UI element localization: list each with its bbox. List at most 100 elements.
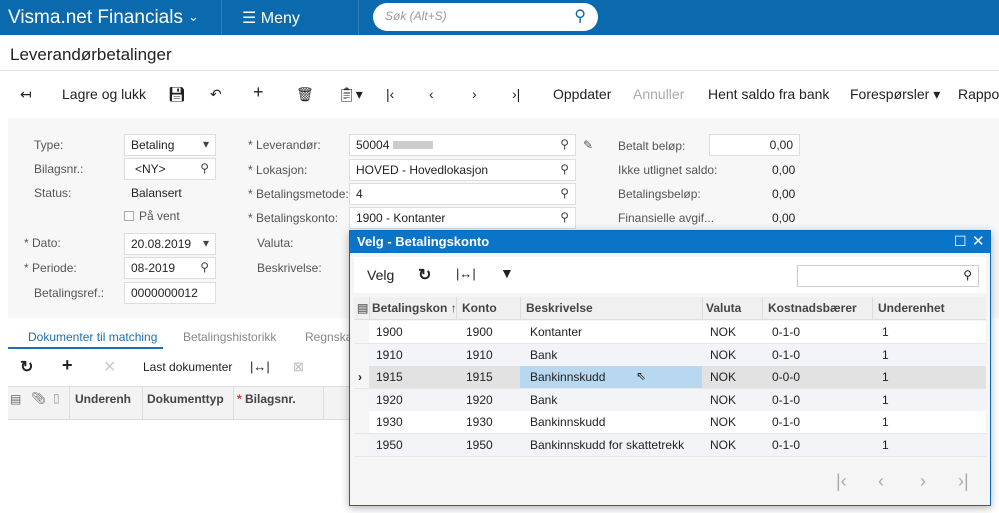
excel-export-icon[interactable]: ⊠ xyxy=(293,359,304,375)
cell: Bank xyxy=(530,347,558,362)
search-icon[interactable]: ⚲ xyxy=(560,162,569,176)
table-row[interactable]: 1920 1920 Bank NOK 0-1-0 1 xyxy=(354,388,986,412)
col-label: Valuta xyxy=(706,301,742,315)
load-documents-button[interactable]: Last dokumenter xyxy=(143,360,232,374)
reports-menu[interactable]: Rappo xyxy=(958,86,999,102)
row-selector[interactable] xyxy=(354,343,369,366)
row-settings-icon[interactable]: ▤ xyxy=(357,301,368,315)
tab-accounting[interactable]: Regnska xyxy=(305,330,352,344)
col-header[interactable]: Valuta xyxy=(706,301,741,315)
chevron-down-icon[interactable]: ⌄ xyxy=(188,9,199,25)
search-input[interactable]: Søk (Alt+S) ⚲ xyxy=(373,3,598,31)
dialog-search-input[interactable]: ⚲ xyxy=(797,265,979,287)
delete-icon[interactable]: 🗑︎ xyxy=(296,86,314,103)
payment-value: 0,00 xyxy=(772,187,796,201)
next-page-icon[interactable]: › xyxy=(920,471,926,492)
add-icon[interactable]: + xyxy=(62,355,73,376)
col-header[interactable]: * Bilagsnr. xyxy=(237,392,296,406)
last-icon[interactable]: ›| xyxy=(512,86,520,102)
col-header[interactable]: Beskrivelse xyxy=(526,301,593,315)
search-icon[interactable]: ⚲ xyxy=(560,210,569,224)
prev-icon[interactable]: ‹ xyxy=(429,86,434,102)
refresh-button[interactable]: Oppdater xyxy=(553,86,611,102)
first-icon[interactable]: |‹ xyxy=(386,86,394,102)
table-row[interactable]: 1950 1950 Bankinnskudd for skattetrekk NOK 0… xyxy=(354,434,986,457)
select-button[interactable]: Velg xyxy=(367,267,394,283)
ref-field[interactable]: 0000000012 xyxy=(124,282,216,304)
account-field[interactable]: 1900 - Kontanter ⚲ xyxy=(349,207,576,229)
cell: 1910 xyxy=(376,347,403,362)
cell: 1 xyxy=(882,415,889,430)
next-icon[interactable]: › xyxy=(472,86,477,102)
back-icon[interactable]: ↤ xyxy=(20,86,32,103)
last-page-icon[interactable]: ›| xyxy=(958,471,969,492)
search-icon[interactable]: ⚲ xyxy=(560,137,569,151)
search-icon[interactable]: ⚲ xyxy=(200,161,209,175)
dropdown-icon[interactable]: ▾ xyxy=(203,236,209,250)
tab-history[interactable]: Betalingshistorikk xyxy=(183,330,276,344)
fit-columns-icon[interactable]: |↔| xyxy=(250,359,270,374)
search-icon[interactable]: ⚲ xyxy=(200,260,209,274)
row-selector[interactable] xyxy=(354,388,369,411)
add-icon[interactable]: + xyxy=(253,82,264,103)
undo-icon[interactable]: ↶ xyxy=(210,86,222,103)
refresh-icon[interactable]: ↻ xyxy=(418,265,431,285)
cell: NOK xyxy=(710,392,737,407)
search-icon[interactable]: ⚲ xyxy=(574,6,586,26)
row-selector[interactable] xyxy=(354,321,369,343)
save-icon[interactable]: 💾︎ xyxy=(168,86,186,103)
row-selector[interactable] xyxy=(354,434,369,456)
delete-icon[interactable]: ✕ xyxy=(103,357,116,377)
status-label: Status: xyxy=(34,186,72,200)
fit-columns-icon[interactable]: |↔| xyxy=(456,266,476,281)
col-header[interactable]: Konto xyxy=(462,301,497,315)
cell: 1915 xyxy=(466,370,493,385)
period-field[interactable]: 08-2019 ⚲ xyxy=(124,257,216,279)
desc-label: Beskrivelse: xyxy=(257,261,322,275)
app-title[interactable]: Visma.net Financials xyxy=(8,7,183,29)
row-selector[interactable] xyxy=(354,411,369,434)
prev-page-icon[interactable]: ‹ xyxy=(878,471,884,492)
col-header[interactable]: Betalingskon ↑ xyxy=(372,301,457,315)
method-label: Betalingsmetode: xyxy=(248,187,349,201)
location-field[interactable]: HOVED - Hovedlokasjon ⚲ xyxy=(349,159,576,181)
date-field[interactable]: 20.08.2019 ▾ xyxy=(124,233,216,255)
save-close-button[interactable]: Lagre og lukk xyxy=(62,86,146,102)
close-icon[interactable]: ✕ xyxy=(972,232,985,250)
col-header[interactable]: Underenhet xyxy=(878,301,945,315)
unapplied-value: 0,00 xyxy=(772,163,796,177)
hold-checkbox[interactable] xyxy=(124,211,134,221)
filter-icon[interactable]: ▼ xyxy=(500,265,514,281)
table-row[interactable]: 1910 1910 Bank NOK 0-1-0 1 xyxy=(354,343,986,367)
refresh-icon[interactable]: ↻ xyxy=(20,357,33,377)
vendor-field[interactable]: 50004 ⚲ xyxy=(349,134,576,156)
col-label: Konto xyxy=(462,301,497,315)
cancel-button[interactable]: Annuller xyxy=(633,86,684,102)
first-page-icon[interactable]: |‹ xyxy=(836,471,847,492)
bilag-field[interactable]: <NY> ⚲ xyxy=(124,158,216,180)
search-icon[interactable]: ⚲ xyxy=(560,186,569,200)
row-settings-icon[interactable]: ▤ xyxy=(10,392,21,406)
tab-documents[interactable]: Dokumenter til matching xyxy=(28,330,157,344)
search-icon[interactable]: ⚲ xyxy=(963,268,972,282)
maximize-icon[interactable]: ☐ xyxy=(954,233,967,250)
col-header[interactable]: Underenh xyxy=(75,392,131,406)
table-row[interactable]: 1900 1900 Kontanter NOK 0-1-0 1 xyxy=(354,321,986,344)
method-field[interactable]: 4 ⚲ xyxy=(349,183,576,205)
col-header[interactable]: Dokumenttyp xyxy=(147,392,224,406)
fees-label: Finansielle avgif... xyxy=(618,211,715,225)
paid-field[interactable]: 0,00 xyxy=(709,134,800,156)
menu-button[interactable]: ☰ Meny xyxy=(242,8,300,28)
table-row[interactable]: › ⇖ 1915 1915 Bankinnskudd NOK 0-0-0 1 xyxy=(354,366,986,390)
type-select[interactable]: Betaling ▾ xyxy=(124,134,216,156)
cell: Bankinnskudd xyxy=(530,415,606,430)
edit-icon[interactable]: ✎ xyxy=(583,138,593,152)
table-row[interactable]: 1930 1930 Bankinnskudd NOK 0-1-0 1 xyxy=(354,411,986,435)
cell: NOK xyxy=(710,347,737,362)
fetch-balance-button[interactable]: Hent saldo fra bank xyxy=(708,86,829,102)
cell: 0-1-0 xyxy=(772,415,801,430)
inquiries-menu[interactable]: Forespørsler ▾ xyxy=(850,86,940,103)
col-header[interactable]: Kostnadsbærer xyxy=(768,301,857,315)
col-label: Beskrivelse xyxy=(526,301,593,315)
copy-paste-icon[interactable]: 📋︎▾ xyxy=(338,86,363,103)
